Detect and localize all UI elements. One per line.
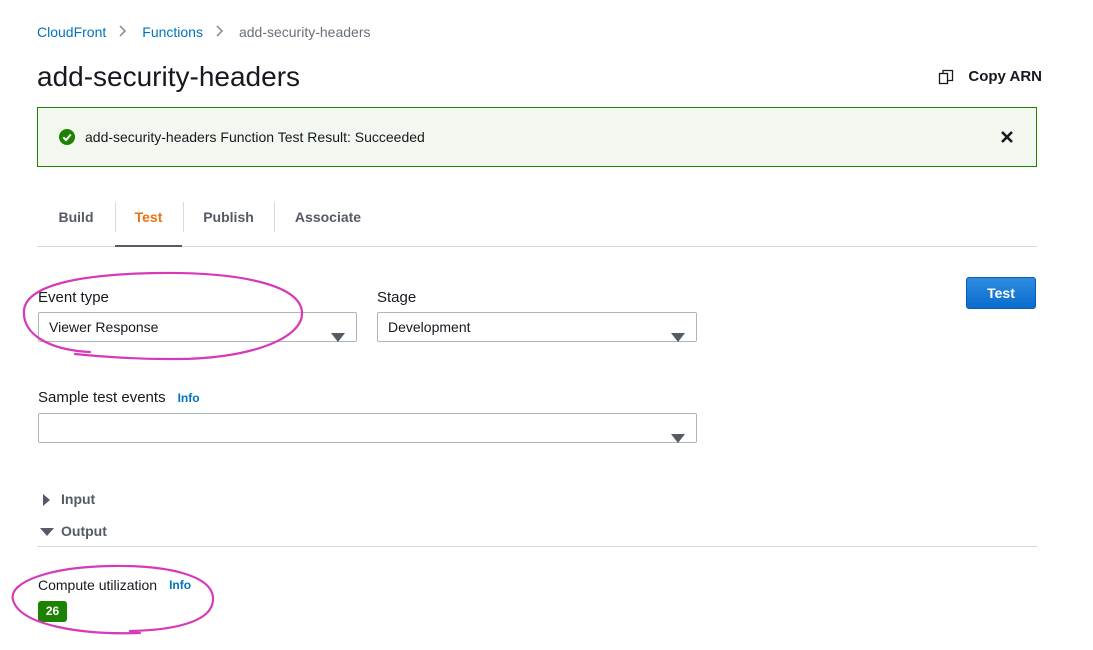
close-icon[interactable] — [1000, 130, 1014, 144]
copy-arn-button[interactable]: Copy ARN — [938, 68, 1042, 85]
tab-test[interactable]: Test — [115, 200, 182, 247]
copy-icon — [938, 69, 954, 85]
sample-events-label: Sample test events — [38, 389, 166, 406]
breadcrumb-current: add-security-headers — [238, 24, 371, 40]
output-section-toggle[interactable]: Output — [40, 523, 107, 539]
event-type-label: Event type — [38, 289, 109, 306]
copy-arn-label: Copy ARN — [968, 68, 1042, 85]
compute-utilization-label-row: Compute utilization Info — [38, 577, 191, 593]
caret-right-icon — [40, 493, 52, 506]
output-section-label: Output — [61, 523, 107, 539]
page-title: add-security-headers — [37, 61, 301, 92]
compute-utilization-badge: 26 — [38, 601, 67, 622]
caret-down-icon — [671, 424, 685, 443]
breadcrumb-cloudfront[interactable]: CloudFront — [37, 24, 106, 40]
flash-message: add-security-headers Function Test Resul… — [85, 129, 425, 145]
success-check-icon — [59, 129, 75, 145]
input-section-label: Input — [61, 491, 96, 507]
tab-bar: Build Test Publish Associate — [37, 200, 1037, 247]
caret-down-icon — [331, 323, 345, 342]
tab-build[interactable]: Build — [37, 200, 115, 246]
caret-down-icon — [671, 323, 685, 342]
compute-utilization-info-link[interactable]: Info — [169, 578, 191, 592]
breadcrumb-functions[interactable]: Functions — [142, 24, 203, 40]
compute-utilization-label: Compute utilization — [38, 577, 158, 593]
chevron-right-icon — [119, 24, 127, 40]
stage-label: Stage — [377, 289, 417, 306]
sample-events-info-link[interactable]: Info — [178, 391, 200, 405]
sample-events-label-row: Sample test events Info — [38, 389, 200, 406]
tab-associate[interactable]: Associate — [274, 200, 382, 246]
chevron-right-icon — [216, 24, 224, 40]
run-test-button[interactable]: Test — [966, 277, 1036, 309]
success-flash-banner: add-security-headers Function Test Resul… — [37, 107, 1037, 167]
sample-events-select[interactable] — [38, 413, 697, 443]
output-divider — [37, 546, 1037, 547]
stage-select[interactable]: Development — [377, 312, 697, 342]
tab-publish[interactable]: Publish — [183, 200, 274, 246]
stage-value: Development — [388, 319, 471, 335]
event-type-select[interactable]: Viewer Response — [38, 312, 357, 342]
breadcrumb: CloudFront Functions add-security-header… — [37, 24, 370, 40]
input-section-toggle[interactable]: Input — [40, 491, 95, 507]
caret-down-icon — [40, 525, 54, 537]
event-type-value: Viewer Response — [49, 319, 159, 335]
